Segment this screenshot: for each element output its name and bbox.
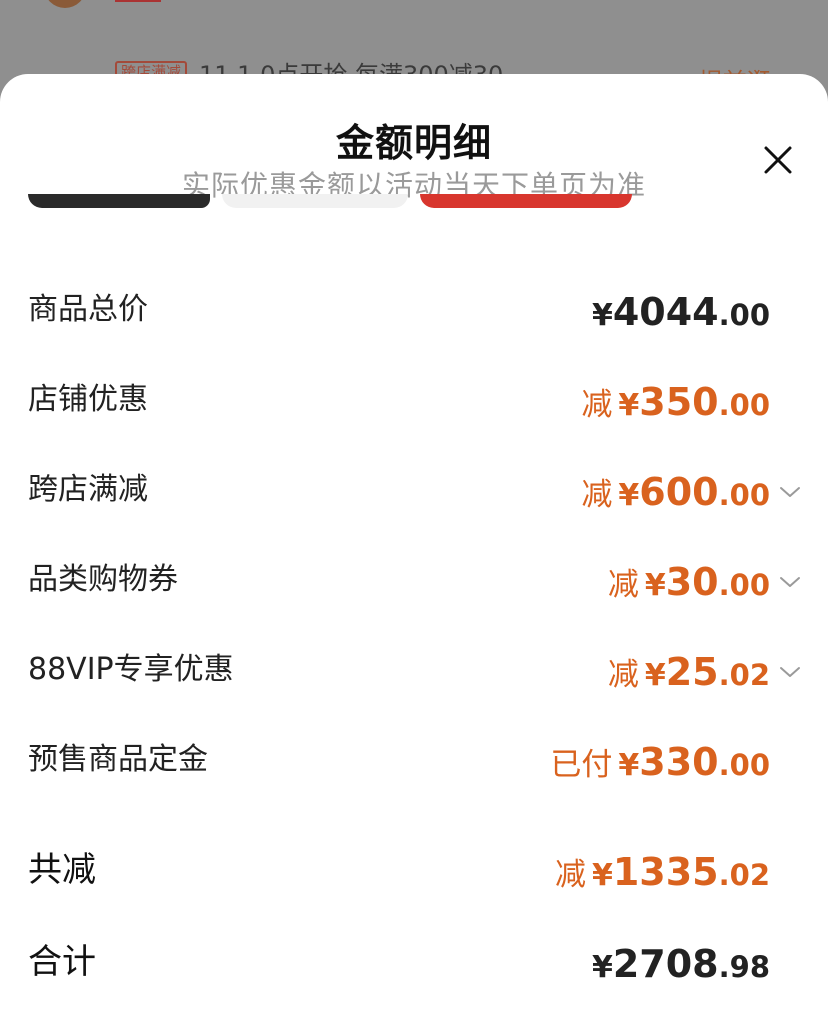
amount-decimal: .00 — [718, 478, 770, 512]
amount-label: 预售商品定金 — [28, 742, 208, 777]
currency-symbol: ¥ — [644, 658, 666, 693]
amount-row: 商品总价 ¥4044.00 — [0, 284, 828, 374]
amount-integer: 350 — [639, 380, 719, 424]
amount-label: 88VIP专享优惠 — [28, 652, 234, 687]
amount-prefix: 减 — [554, 857, 586, 893]
amount-prefix: 减 — [581, 387, 613, 423]
amount-row: 预售商品定金 已付 ¥330.00 — [0, 734, 828, 824]
shop-badge — [115, 0, 161, 2]
amount-decimal: .00 — [718, 388, 770, 422]
amount-summary: 共减减 ¥1335.02 合计 ¥2708.98 — [0, 844, 828, 1015]
chevron-down-icon[interactable] — [778, 480, 802, 504]
currency-symbol: ¥ — [618, 748, 640, 783]
currency-symbol: ¥ — [618, 388, 640, 423]
shop-avatar — [44, 0, 86, 8]
amount-detail-sheet: 金额明细 实际优惠金额以活动当天下单页为准 商品总价 ¥4044.00 店铺优惠减 ¥… — [0, 74, 828, 1015]
currency-symbol: ¥ — [591, 950, 613, 985]
amount-value: 已付 ¥330.00 — [550, 736, 770, 796]
product-thumbnail — [28, 194, 210, 208]
currency-symbol: ¥ — [644, 568, 666, 603]
amount-integer: 1335 — [612, 850, 719, 894]
amount-value: ¥2708.98 — [592, 938, 770, 998]
close-icon[interactable] — [762, 144, 794, 176]
chevron-down-icon[interactable] — [778, 570, 802, 594]
amount-integer: 25 — [665, 650, 719, 694]
amount-value: 减 ¥1335.02 — [555, 846, 770, 906]
amount-value: ¥4044.00 — [592, 286, 770, 346]
amount-label: 品类购物券 — [28, 562, 178, 597]
amount-integer: 330 — [639, 740, 719, 784]
amount-prefix: 已付 — [550, 747, 613, 783]
amount-row[interactable]: 88VIP专享优惠 减 ¥25.02 — [0, 644, 828, 734]
currency-symbol: ¥ — [618, 478, 640, 513]
product-thumbnail — [222, 194, 408, 208]
amount-prefix: 减 — [607, 567, 639, 603]
amount-value: 减 ¥30.00 — [608, 556, 770, 616]
amount-label: 商品总价 — [28, 292, 148, 327]
sheet-title: 金额明细 — [335, 121, 492, 165]
amount-detail-list: 商品总价 ¥4044.00 店铺优惠减 ¥350.00 跨店满减减 ¥600.00 品类购物… — [0, 284, 828, 824]
amount-decimal: .02 — [718, 858, 770, 892]
amount-decimal: .98 — [718, 950, 770, 984]
amount-value: 减 ¥600.00 — [581, 466, 770, 526]
amount-value: 减 ¥25.02 — [608, 646, 770, 706]
amount-integer: 4044 — [612, 290, 719, 334]
amount-decimal: .00 — [718, 568, 770, 602]
amount-decimal: .00 — [718, 748, 770, 782]
amount-integer: 30 — [665, 560, 719, 604]
amount-integer: 2708 — [612, 942, 719, 986]
amount-decimal: .02 — [718, 658, 770, 692]
amount-row: 店铺优惠 减 ¥350.00 — [0, 374, 828, 464]
currency-symbol: ¥ — [591, 858, 613, 893]
amount-decimal: .00 — [718, 298, 770, 332]
amount-prefix: 减 — [607, 657, 639, 693]
amount-prefix: 减 — [581, 477, 613, 513]
amount-row[interactable]: 品类购物券 减 ¥30.00 — [0, 554, 828, 644]
summary-row: 合计 ¥2708.98 — [0, 936, 828, 1015]
amount-value: 减 ¥350.00 — [581, 376, 770, 436]
summary-label: 合计 — [28, 942, 96, 982]
chevron-down-icon[interactable] — [778, 660, 802, 684]
product-tag-banner — [420, 194, 632, 208]
amount-row[interactable]: 跨店满减 减 ¥600.00 — [0, 464, 828, 554]
amount-integer: 600 — [639, 470, 719, 514]
amount-label: 跨店满减 — [28, 472, 148, 507]
summary-label: 共减 — [28, 850, 96, 890]
summary-row: 共减 减 ¥1335.02 — [0, 844, 828, 936]
amount-label: 店铺优惠 — [28, 382, 148, 417]
currency-symbol: ¥ — [591, 298, 613, 333]
